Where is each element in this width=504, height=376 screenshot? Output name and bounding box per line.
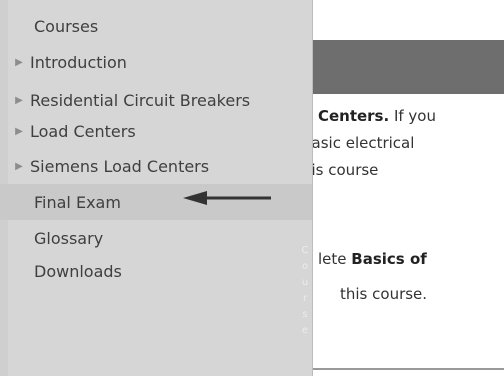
menu-item-label: Downloads (34, 261, 122, 281)
triangle-right-icon: ▶ (15, 160, 23, 172)
page-text-line-4-bold: Basics of (351, 250, 427, 268)
menu-item-label: Residential Circuit Breakers (30, 90, 251, 110)
triangle-right-icon: ▶ (15, 125, 23, 137)
course-tab-letter: o (301, 261, 309, 272)
menu-item-courses[interactable]: Courses (0, 8, 312, 44)
pointer-arrow-icon (183, 191, 271, 205)
menu-item-siemens-load-centers[interactable]: ▶ Siemens Load Centers (0, 148, 312, 184)
course-tab-label[interactable]: C o u r s e (298, 243, 312, 339)
page-header-bar (300, 40, 504, 94)
triangle-right-icon: ▶ (15, 56, 23, 68)
course-menu: Courses ▶ Introduction ▶ Residential Cir… (0, 0, 313, 376)
course-tab-letter: e (301, 325, 309, 336)
course-tab-letter: r (302, 293, 308, 304)
page-text-line-4-prefix: lete (318, 250, 352, 268)
course-tab-letter: s (302, 309, 308, 320)
menu-item-label: Introduction (30, 52, 127, 72)
page-text-line-5: this course. (340, 285, 428, 303)
course-tab-letter: C (301, 245, 309, 256)
menu-item-label: Final Exam (34, 192, 121, 212)
page-text-line-4: lete Basics of (318, 250, 427, 268)
menu-item-label: Siemens Load Centers (30, 156, 210, 176)
page-divider (300, 368, 504, 370)
menu-item-label: Glossary (34, 228, 104, 248)
menu-item-load-centers[interactable]: ▶ Load Centers (0, 113, 312, 149)
course-tab-letter: u (301, 277, 309, 288)
triangle-right-icon: ▶ (15, 94, 23, 106)
menu-item-label: Courses (34, 16, 99, 36)
page-text-line-1: d Centers. If you (302, 107, 436, 125)
menu-item-glossary[interactable]: Glossary (0, 220, 312, 256)
page-text-line-1-rest: If you (389, 107, 436, 125)
menu-item-downloads[interactable]: Downloads (0, 253, 312, 289)
menu-item-label: Load Centers (30, 121, 136, 141)
menu-item-introduction[interactable]: ▶ Introduction (0, 44, 312, 80)
page-text-line-1-bold: d Centers. (302, 107, 390, 125)
page-text-line-3: his course (302, 161, 379, 179)
page-text-line-2: basic electrical (302, 134, 415, 152)
